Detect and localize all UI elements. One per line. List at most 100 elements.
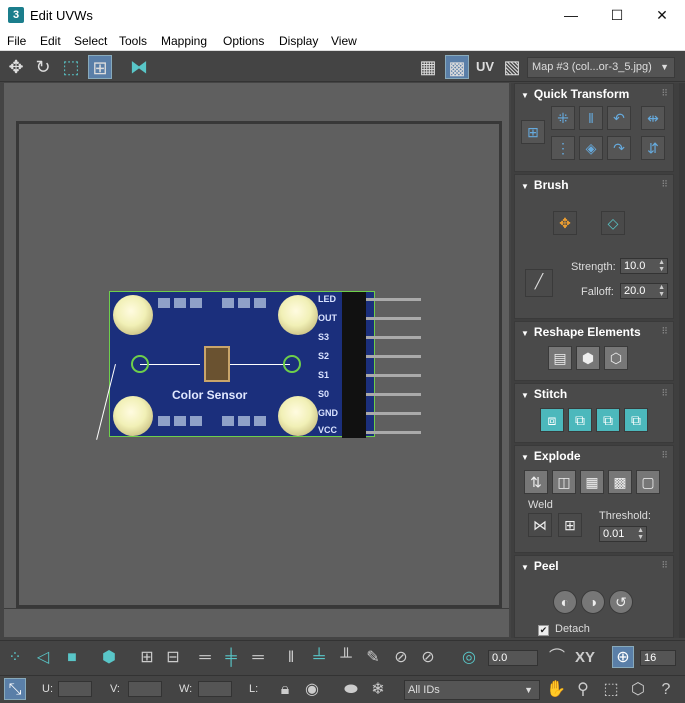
u-field[interactable] bbox=[58, 681, 92, 697]
freeze-icon[interactable]: ❄ bbox=[367, 679, 389, 701]
xy-toggle[interactable]: XY bbox=[574, 647, 596, 669]
peel-mode-icon[interactable]: ◑ bbox=[581, 590, 605, 614]
freeform-icon[interactable]: ⊞ bbox=[88, 55, 112, 79]
falloff-spinner[interactable]: 20.0 ▲ ▼ bbox=[620, 283, 668, 299]
hide-icon[interactable]: ⬬ bbox=[340, 679, 362, 701]
face-mode-icon[interactable]: ■ bbox=[61, 647, 83, 669]
section-header[interactable]: ▼ Peel bbox=[521, 559, 559, 573]
stitch-custom-icon[interactable]: ⧈ bbox=[540, 408, 564, 432]
rotate-icon[interactable]: ↻ bbox=[31, 55, 55, 79]
scale-icon[interactable]: ⬚ bbox=[59, 55, 83, 79]
paint-shrink-icon[interactable]: ⊘ bbox=[417, 647, 439, 669]
align-center-icon[interactable]: ⋮ bbox=[551, 136, 575, 160]
section-header[interactable]: ▼ Brush bbox=[521, 178, 569, 192]
shrink-selection-icon[interactable]: ⊟ bbox=[162, 647, 184, 669]
relax-brush-icon[interactable]: ◇ bbox=[601, 211, 625, 235]
show-map-icon[interactable]: ▩ bbox=[445, 55, 469, 79]
close-button[interactable]: ✕ bbox=[639, 0, 685, 31]
grid-snap-icon[interactable]: ⊕ bbox=[612, 646, 634, 668]
ring-shrink-icon[interactable]: ╨ bbox=[335, 647, 357, 669]
stitch-average-icon[interactable]: ⧉ bbox=[596, 408, 620, 432]
grow-selection-icon[interactable]: ⊞ bbox=[136, 647, 158, 669]
map-select[interactable]: Map #3 (col...or-3_5.jpg) ▼ bbox=[527, 57, 675, 78]
flatten-by-smoothing-icon[interactable]: ▩ bbox=[608, 470, 632, 494]
paint-move-icon[interactable]: ✥ bbox=[553, 211, 577, 235]
show-hidden-icon[interactable]: ◉ bbox=[301, 679, 323, 701]
explode-to-islands-icon[interactable]: ▢ bbox=[636, 470, 660, 494]
break-edges-icon[interactable]: ◫ bbox=[552, 470, 576, 494]
lock-icon[interactable]: 🔒︎ bbox=[274, 679, 296, 701]
uv-toggle[interactable]: UV bbox=[473, 55, 497, 79]
section-header[interactable]: ▼ Reshape Elements bbox=[521, 325, 641, 339]
flatten-by-material-icon[interactable]: ▦ bbox=[580, 470, 604, 494]
move-icon[interactable]: ✥ bbox=[4, 55, 28, 79]
spinner-arrows-icon[interactable]: ▲ ▼ bbox=[637, 527, 644, 541]
uv-vertex-left[interactable] bbox=[131, 355, 149, 373]
spinner-arrows-icon[interactable]: ▲ ▼ bbox=[658, 259, 665, 273]
zoom-region-icon[interactable]: ⬚ bbox=[600, 679, 622, 701]
transform-gizmo-icon[interactable]: ⊞ bbox=[521, 120, 545, 144]
strength-spinner[interactable]: 10.0 ▲ ▼ bbox=[620, 258, 668, 274]
material-id-select[interactable]: All IDs ▼ bbox=[404, 680, 540, 700]
stitch-to-target-icon[interactable]: ⧉ bbox=[568, 408, 592, 432]
menu-file[interactable]: File bbox=[7, 34, 26, 48]
menu-options[interactable]: Options bbox=[223, 34, 264, 48]
falloff-angle-field[interactable]: 0.0 bbox=[488, 650, 538, 666]
section-header[interactable]: ▼ Quick Transform bbox=[521, 87, 629, 101]
space-vertical-icon[interactable]: ⇵ bbox=[641, 136, 665, 160]
w-field[interactable] bbox=[198, 681, 232, 697]
checker-icon[interactable]: ▦ bbox=[416, 55, 440, 79]
space-horizontal-icon[interactable]: ⇹ bbox=[641, 106, 665, 130]
menu-tools[interactable]: Tools bbox=[119, 34, 147, 48]
rotate-cw-icon[interactable]: ↷ bbox=[607, 136, 631, 160]
quick-peel-icon[interactable]: ◐ bbox=[553, 590, 577, 614]
loop-grow-icon[interactable]: ╪ bbox=[220, 647, 242, 669]
zoom-icon[interactable]: ⚲ bbox=[572, 679, 594, 701]
v-field[interactable] bbox=[128, 681, 162, 697]
absolute-offset-icon[interactable]: ⤡ bbox=[4, 678, 26, 700]
straighten-selection-icon[interactable]: ▤ bbox=[548, 346, 572, 370]
align-vertical-icon[interactable]: ‖ bbox=[579, 106, 603, 130]
panel-scrollbar[interactable] bbox=[679, 83, 685, 638]
uv-viewport[interactable]: Color Sensor LED OUT S3 S2 S1 S0 GND VCC bbox=[4, 83, 509, 637]
paint-grow-icon[interactable]: ⊘ bbox=[390, 647, 412, 669]
loop-shrink-icon[interactable]: ═ bbox=[247, 647, 269, 669]
straighten-icon[interactable]: ◈ bbox=[579, 136, 603, 160]
falloff-curve-icon[interactable]: ⌒ bbox=[546, 647, 568, 669]
menu-select[interactable]: Select bbox=[74, 34, 107, 48]
menu-mapping[interactable]: Mapping bbox=[161, 34, 207, 48]
stitch-to-source-icon[interactable]: ⧉ bbox=[624, 408, 648, 432]
menu-display[interactable]: Display bbox=[279, 34, 318, 48]
weld-selected-icon[interactable]: ⋈ bbox=[528, 513, 552, 537]
break-icon[interactable]: ⇅ bbox=[524, 470, 548, 494]
threshold-spinner[interactable]: 0.01 ▲ ▼ bbox=[599, 526, 647, 542]
reset-peel-icon[interactable]: ↺ bbox=[609, 590, 633, 614]
relax-icon[interactable]: ⬢ bbox=[576, 346, 600, 370]
spinner-arrows-icon[interactable]: ▲ ▼ bbox=[658, 284, 665, 298]
section-header[interactable]: ▼ Stitch bbox=[521, 387, 567, 401]
section-header[interactable]: ▼ Explode bbox=[521, 449, 581, 463]
relax-settings-icon[interactable]: ⬡ bbox=[604, 346, 628, 370]
help-icon[interactable]: ? bbox=[655, 679, 677, 701]
paint-select-icon[interactable]: ✎ bbox=[362, 647, 384, 669]
weld-target-icon[interactable]: ⊞ bbox=[558, 513, 582, 537]
mirror-icon[interactable]: ⧓ bbox=[127, 55, 151, 79]
maximize-button[interactable]: ☐ bbox=[594, 0, 640, 31]
vertex-mode-icon[interactable]: ⁘ bbox=[4, 647, 26, 669]
uv-vertex-right[interactable] bbox=[283, 355, 301, 373]
ring-grow-icon[interactable]: ╧ bbox=[308, 647, 330, 669]
zoom-extents-icon[interactable]: ⬡ bbox=[627, 679, 649, 701]
menu-edit[interactable]: Edit bbox=[40, 34, 61, 48]
detach-checkbox[interactable]: ✔ bbox=[538, 625, 549, 636]
pan-icon[interactable]: ✋ bbox=[545, 679, 567, 701]
ring-icon[interactable]: ‖ bbox=[280, 647, 302, 669]
texture-settings-icon[interactable]: ▧ bbox=[500, 55, 524, 79]
rotate-ccw-icon[interactable]: ↶ bbox=[607, 106, 631, 130]
soft-selection-icon[interactable]: ◎ bbox=[458, 647, 480, 669]
align-horizontal-icon[interactable]: ⁜ bbox=[551, 106, 575, 130]
falloff-curve-icon[interactable]: ╱ bbox=[525, 269, 553, 297]
minimize-button[interactable]: — bbox=[548, 0, 594, 31]
element-mode-icon[interactable]: ⬢ bbox=[98, 647, 120, 669]
edge-loop-icon[interactable]: ═ bbox=[194, 647, 216, 669]
grid-size-field[interactable]: 16 bbox=[640, 650, 676, 666]
